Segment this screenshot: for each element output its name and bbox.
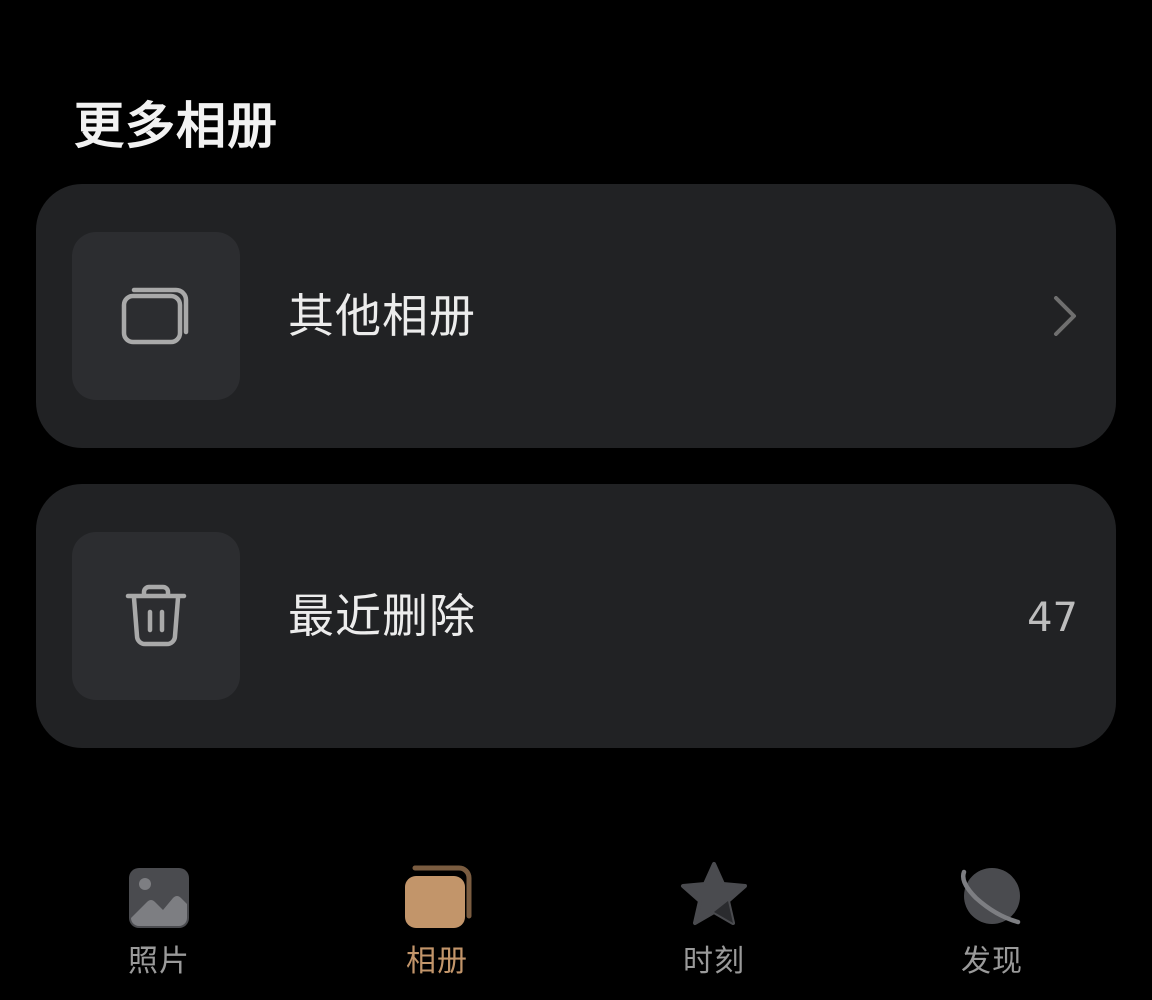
other-albums-card[interactable]: 其他相册 [36, 184, 1116, 448]
trash-icon [125, 584, 187, 647]
chevron-right-icon [1054, 296, 1076, 336]
tab-albums[interactable]: 相册 [337, 850, 537, 1000]
tab-discover[interactable]: 发现 [892, 850, 1092, 1000]
tab-photos[interactable]: 照片 [59, 850, 259, 1000]
recently-deleted-thumb [72, 532, 240, 700]
tab-albums-label: 相册 [406, 944, 468, 979]
tab-photos-label: 照片 [128, 944, 190, 979]
recently-deleted-count: 47 [1027, 595, 1078, 641]
tab-moments-label: 时刻 [683, 944, 745, 979]
other-albums-thumb [72, 232, 240, 400]
recently-deleted-label: 最近删除 [288, 589, 476, 643]
other-albums-label: 其他相册 [288, 289, 476, 343]
star-icon [681, 862, 747, 925]
albums-stack-icon [121, 287, 189, 345]
tab-moments[interactable]: 时刻 [614, 850, 814, 1000]
tab-discover-label: 发现 [961, 944, 1023, 979]
photo-icon [129, 868, 189, 928]
section-title: 更多相册 [74, 97, 278, 155]
planet-icon [961, 868, 1021, 925]
album-icon [405, 865, 472, 928]
bottom-tab-bar: 照片 相册 时刻 发现 [0, 850, 1152, 1000]
recently-deleted-card[interactable]: 最近删除 47 [36, 484, 1116, 748]
